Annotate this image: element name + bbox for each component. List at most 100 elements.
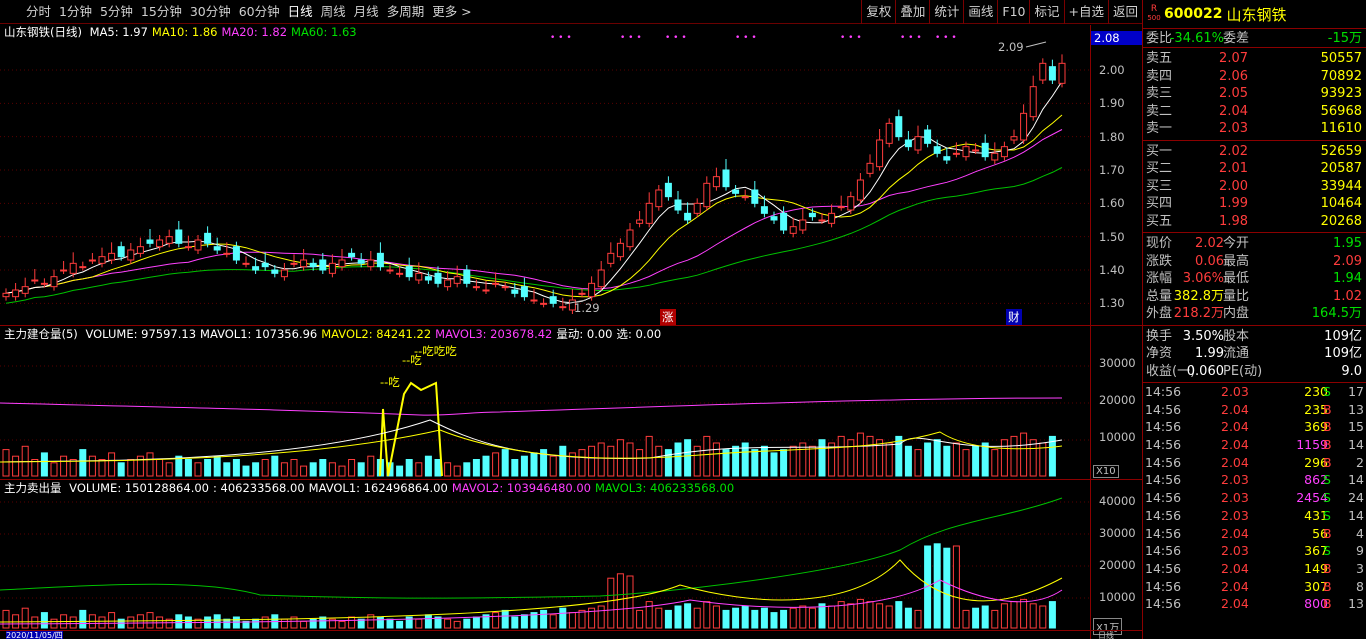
zhang-marker[interactable]: 涨 bbox=[660, 309, 676, 325]
sell-bar bbox=[223, 618, 231, 629]
tick-row[interactable]: 14:56 2.03 230 S 17 bbox=[1143, 383, 1366, 401]
tick-row[interactable]: 14:56 2.03 367 S 9 bbox=[1143, 542, 1366, 560]
candle-body bbox=[472, 286, 480, 289]
bid-price: 1.98 bbox=[1219, 213, 1248, 229]
ask-row[interactable]: 卖二 2.04 56968 bbox=[1143, 103, 1366, 121]
candle-body bbox=[12, 289, 20, 298]
sell-bar bbox=[1000, 603, 1008, 629]
fund-row-label2: PE(动) bbox=[1223, 363, 1263, 379]
tick-time: 14:56 bbox=[1145, 472, 1182, 488]
sell-bar bbox=[396, 620, 404, 629]
bid-price: 1.99 bbox=[1219, 196, 1248, 211]
vol-unit: X10 bbox=[1093, 465, 1119, 478]
bid-row[interactable]: 买二 2.01 20587 bbox=[1143, 160, 1366, 178]
candle-body bbox=[453, 276, 461, 284]
bid-volume: 10464 bbox=[1320, 196, 1362, 211]
candle-body bbox=[1020, 112, 1028, 141]
sell-bar bbox=[69, 616, 77, 629]
sell-bar bbox=[338, 620, 346, 629]
tick-count: 15 bbox=[1348, 419, 1364, 435]
price-tick: 2.00 bbox=[1099, 63, 1125, 77]
vol-bar bbox=[952, 442, 960, 477]
candle-body bbox=[156, 239, 164, 248]
candle-body bbox=[463, 269, 471, 284]
ask-volume: 50557 bbox=[1320, 51, 1362, 66]
candle-body bbox=[252, 266, 260, 271]
tick-row[interactable]: 14:56 2.04 56 B 4 bbox=[1143, 525, 1366, 543]
sell-bar bbox=[943, 547, 951, 629]
fund-row-label: 净资 bbox=[1146, 346, 1173, 361]
sell-bar bbox=[472, 616, 480, 629]
sell-bar bbox=[21, 607, 29, 629]
tick-row[interactable]: 14:56 2.04 235 B 13 bbox=[1143, 401, 1366, 419]
bid-row[interactable]: 买一 2.02 52659 bbox=[1143, 143, 1366, 161]
tick-row[interactable]: 14:56 2.04 369 B 15 bbox=[1143, 418, 1366, 436]
quote-panel: R 500 600022 山东钢铁 委比 -34.61% 委差 -15万 卖五 2… bbox=[1143, 0, 1366, 639]
bid-row[interactable]: 买三 2.00 33944 bbox=[1143, 178, 1366, 196]
fund-row-value2: 109亿 bbox=[1324, 346, 1362, 361]
ask-row[interactable]: 卖一 2.03 11610 bbox=[1143, 120, 1366, 138]
vol-bar bbox=[261, 459, 269, 477]
price-tick: 1.60 bbox=[1099, 196, 1125, 211]
tick-row[interactable]: 14:56 2.04 1159 B 14 bbox=[1143, 436, 1366, 454]
sell-bar bbox=[693, 607, 701, 629]
tick-side: B bbox=[1323, 437, 1332, 453]
sell-bar bbox=[108, 612, 116, 629]
kline-chart[interactable]: • • • • • • • • • • • • • • • • • • • • • bbox=[0, 0, 1090, 639]
candle-body bbox=[511, 289, 519, 294]
ask-row[interactable]: 卖三 2.05 93923 bbox=[1143, 85, 1366, 103]
tick-row[interactable]: 14:56 2.04 800 B 13 bbox=[1143, 595, 1366, 613]
candle-body bbox=[117, 246, 125, 258]
candle-body bbox=[261, 262, 269, 268]
candle-body bbox=[520, 286, 528, 298]
sell-bar bbox=[540, 609, 548, 629]
sell-bar bbox=[79, 609, 87, 629]
tick-side: S bbox=[1323, 507, 1331, 523]
vol-bar bbox=[223, 462, 231, 477]
vol-bar bbox=[655, 445, 663, 477]
top-dots: • • • bbox=[735, 33, 757, 43]
candle-body bbox=[386, 269, 394, 272]
price-tick: 1.30 bbox=[1099, 296, 1125, 311]
tick-price: 2.04 bbox=[1221, 401, 1249, 417]
candle-body bbox=[396, 272, 404, 275]
tick-row[interactable]: 14:56 2.03 2454 S 24 bbox=[1143, 489, 1366, 507]
candle-body bbox=[2, 292, 10, 298]
tick-side: B bbox=[1323, 578, 1332, 594]
sell-bar bbox=[664, 609, 672, 629]
vol-bar bbox=[453, 465, 461, 477]
top-dots: • • • bbox=[935, 33, 957, 43]
vol-bar bbox=[712, 442, 720, 477]
ask-row[interactable]: 卖四 2.06 70892 bbox=[1143, 68, 1366, 86]
tick-row[interactable]: 14:56 2.04 149 B 3 bbox=[1143, 560, 1366, 578]
vol-bar bbox=[328, 462, 336, 477]
tick-price: 2.03 bbox=[1221, 472, 1249, 488]
candle-body bbox=[770, 216, 778, 221]
tick-row[interactable]: 14:56 2.04 307 B 8 bbox=[1143, 578, 1366, 596]
tick-row[interactable]: 14:56 2.03 431 S 14 bbox=[1143, 507, 1366, 525]
tick-row[interactable]: 14:56 2.03 862 S 14 bbox=[1143, 471, 1366, 489]
ask-volume: 70892 bbox=[1320, 68, 1362, 84]
cai-marker[interactable]: 财 bbox=[1006, 309, 1022, 325]
ask-row[interactable]: 卖五 2.07 50557 bbox=[1143, 50, 1366, 68]
toolbar-button[interactable]: 返回 bbox=[1107, 0, 1142, 24]
tick-time: 14:56 bbox=[1145, 401, 1182, 417]
bid-price: 2.00 bbox=[1219, 178, 1248, 194]
tick-side: S bbox=[1323, 384, 1331, 399]
vol-bar bbox=[607, 445, 615, 477]
ask-volume: 56968 bbox=[1320, 103, 1362, 119]
tick-row[interactable]: 14:56 2.04 296 B 2 bbox=[1143, 454, 1366, 472]
ask-label: 卖三 bbox=[1146, 86, 1173, 101]
vol-bar bbox=[319, 459, 327, 477]
badge-bottom: 500 bbox=[1147, 14, 1161, 22]
vol-bar bbox=[703, 435, 711, 477]
bid-row[interactable]: 买四 1.99 10464 bbox=[1143, 195, 1366, 213]
candle-body bbox=[943, 156, 951, 161]
bid-row[interactable]: 买五 1.98 20268 bbox=[1143, 213, 1366, 231]
vol-bar bbox=[300, 465, 308, 477]
quote-row-value: 2.02 bbox=[1195, 236, 1224, 251]
tick-count: 14 bbox=[1348, 507, 1364, 523]
weibi-value: -34.61% bbox=[1169, 31, 1224, 46]
quote-row-label2: 今开 bbox=[1223, 236, 1250, 251]
candle-body bbox=[376, 252, 384, 268]
